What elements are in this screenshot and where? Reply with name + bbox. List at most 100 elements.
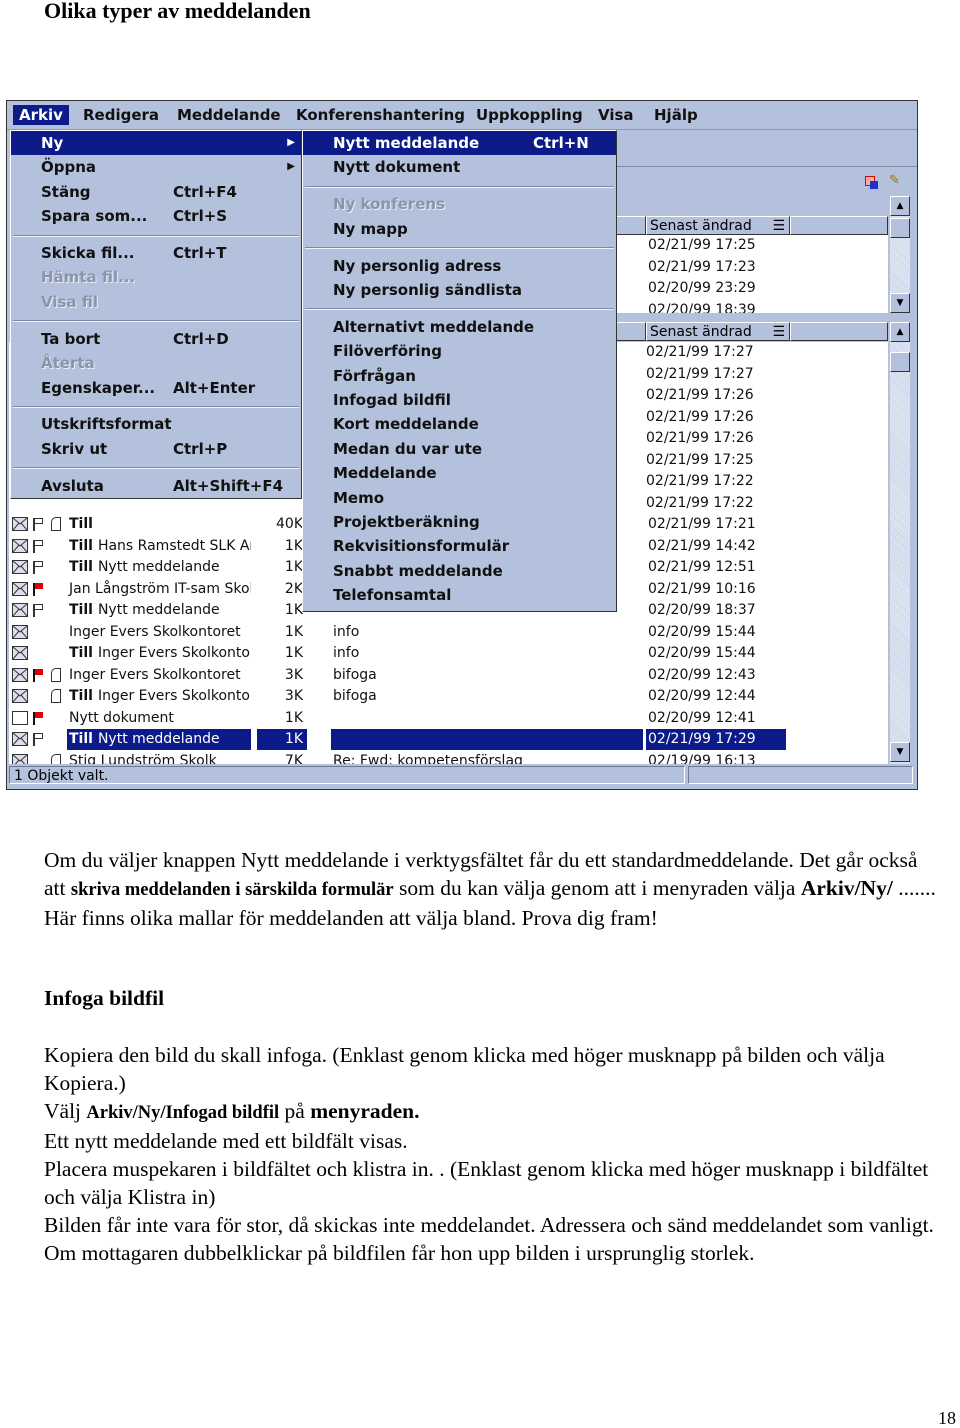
menu-item[interactable]: Visa fil <box>11 290 301 314</box>
flag-icon[interactable] <box>33 561 43 574</box>
menu-item[interactable]: Alternativt meddelande <box>303 315 616 339</box>
message-sender[interactable]: TillInger Evers Skolkontoret <box>67 643 251 664</box>
message-sender[interactable]: Inger Evers Skolkontoret <box>67 665 251 686</box>
menu-item[interactable]: Ta bort Ctrl+D <box>11 327 301 351</box>
menu-item[interactable]: Utskriftsformat <box>11 412 301 436</box>
paragraph-intro: Om du väljer knappen Nytt meddelande i v… <box>44 846 944 932</box>
message-sender[interactable]: Stig Lundström Skolk <box>67 751 251 765</box>
list-row-date[interactable]: 02/20/99 23:29 <box>648 278 756 299</box>
flag-icon[interactable] <box>33 582 43 596</box>
menu-konferenshantering[interactable]: Konferenshantering <box>290 105 471 125</box>
list-row-date[interactable]: 02/21/99 17:26 <box>646 428 754 449</box>
menu-item-label: Egenskaper... <box>41 378 156 397</box>
menu-item-label: Infogad bildfil <box>333 391 451 410</box>
scroll-thumb[interactable] <box>890 352 910 372</box>
list-row-date[interactable]: 02/21/99 17:22 <box>646 493 754 514</box>
list-row-date[interactable]: 02/20/99 18:39 <box>648 300 756 314</box>
menu-hjälp[interactable]: Hjälp <box>648 105 704 125</box>
menu-item[interactable]: Egenskaper... Alt+Enter <box>11 376 301 400</box>
menu-item[interactable]: Nytt meddelande Ctrl+N <box>303 131 616 156</box>
list-row-date[interactable]: 02/21/99 17:25 <box>648 235 756 256</box>
menu-item[interactable]: Meddelande <box>303 461 616 485</box>
upper-list[interactable]: Senast ändrad ☰ 02/21/99 17:25 02/21/99 17… <box>616 216 888 313</box>
flag-icon[interactable] <box>33 668 43 682</box>
menu-item[interactable]: Ny konferens <box>303 192 616 216</box>
message-sender[interactable]: TillHans Ramstedt SLK Arkiv/ <box>67 536 251 557</box>
flag-icon[interactable] <box>33 711 43 725</box>
column-header-date[interactable]: Senast ändrad ☰ <box>646 322 790 341</box>
message-sender[interactable]: Nytt dokument <box>67 708 251 729</box>
message-sender[interactable]: TillInger Evers Skolkontoret <box>67 686 251 707</box>
table-row[interactable]: Inger Evers Skolkontoret 1K info 02/20/99 1… <box>9 622 888 643</box>
column-header-date[interactable]: Senast ändrad ☰ <box>646 216 790 235</box>
message-size: 1K <box>284 602 303 618</box>
menu-item[interactable]: Infogad bildfil <box>303 388 616 412</box>
text-line: Bilden får inte vara för stor, då skicka… <box>44 1213 934 1237</box>
menu-item[interactable]: Snabbt meddelande <box>303 559 616 583</box>
scroll-thumb[interactable] <box>890 218 910 238</box>
message-sender[interactable]: Inger Evers Skolkontoret <box>67 622 251 643</box>
flag-icon[interactable] <box>33 518 43 531</box>
message-sender[interactable]: Jan Långström IT-sam Skolk. <box>67 579 251 600</box>
menu-item[interactable]: Skriv ut Ctrl+P <box>11 437 301 461</box>
menu-arkiv[interactable]: Arkiv <box>13 105 69 125</box>
menu-item[interactable]: Skicka fil... Ctrl+T <box>11 241 301 265</box>
menu-visa[interactable]: Visa <box>592 105 640 125</box>
table-row[interactable]: Nytt dokument 1K 02/20/99 12:41 <box>9 708 888 729</box>
list-row-date[interactable]: 02/21/99 17:23 <box>648 257 756 278</box>
menu-item-label: Rekvisitionsformulär <box>333 537 510 556</box>
menu-meddelande[interactable]: Meddelande <box>171 105 287 125</box>
menu-item[interactable]: Spara som... Ctrl+S <box>11 204 301 228</box>
table-row[interactable]: Inger Evers Skolkontoret 3K bifoga 02/20/99… <box>9 665 888 686</box>
scroll-down-arrow-icon[interactable]: ▼ <box>890 742 910 762</box>
list-row-date[interactable]: 02/21/99 17:26 <box>646 385 754 406</box>
flag-icon[interactable] <box>33 539 43 553</box>
scroll-up-arrow-icon[interactable]: ▲ <box>890 322 910 342</box>
menu-item[interactable]: Återta <box>11 351 301 375</box>
message-sender[interactable]: Till Nytt meddelande <box>67 600 251 621</box>
menu-item[interactable]: Rekvisitionsformulär <box>303 534 616 558</box>
list-row-date[interactable]: 02/21/99 17:22 <box>646 471 754 492</box>
list-row-date[interactable]: 02/21/99 17:26 <box>646 407 754 428</box>
windows-icon[interactable] <box>865 176 878 189</box>
menu-item[interactable]: Memo <box>303 486 616 510</box>
lower-scrollbar[interactable]: ▲ ▼ <box>890 322 910 764</box>
menu-item[interactable]: Stäng Ctrl+F4 <box>11 180 301 204</box>
menu-item[interactable]: Avsluta Alt+Shift+F4 <box>11 474 301 498</box>
scroll-up-arrow-icon[interactable]: ▲ <box>890 196 910 216</box>
table-row[interactable]: TillInger Evers Skolkontoret 3K bifoga 02/2… <box>9 686 888 707</box>
pencil-icon[interactable]: ✎ <box>889 173 900 188</box>
menu-item[interactable]: Kort meddelande <box>303 412 616 436</box>
menu-item[interactable]: Ny personlig sändlista <box>303 278 616 302</box>
menu-item[interactable]: Telefonsamtal <box>303 583 616 607</box>
menu-item[interactable]: Förfrågan <box>303 364 616 388</box>
message-date: 02/19/99 16:13 <box>648 752 756 765</box>
list-row-date[interactable]: 02/21/99 17:27 <box>646 364 754 385</box>
message-sender[interactable]: Till Nytt meddelande <box>67 557 251 578</box>
menu-item[interactable]: Nytt dokument <box>303 155 616 179</box>
message-sender[interactable]: Till Nytt meddelande <box>67 729 251 750</box>
menu-item[interactable]: Projektberäkning <box>303 510 616 534</box>
menu-item[interactable]: Ny personlig adress <box>303 254 616 278</box>
menu-item[interactable]: Öppna ▶ <box>11 155 301 179</box>
upper-scrollbar[interactable]: ▲ ▼ <box>890 196 910 313</box>
menu-item[interactable]: Ny mapp <box>303 217 616 241</box>
list-row-date[interactable]: 02/21/99 17:27 <box>646 342 754 363</box>
menu-item[interactable]: Medan du var ute <box>303 437 616 461</box>
menu-uppkoppling[interactable]: Uppkoppling <box>470 105 589 125</box>
menu-shortcut: Ctrl+D <box>173 329 229 348</box>
list-row-date[interactable]: 02/21/99 17:25 <box>646 450 754 471</box>
table-row[interactable]: Till Nytt meddelande 1K 02/21/99 17:29 <box>9 729 888 750</box>
menu-separator <box>11 314 301 327</box>
menu-separator <box>11 229 301 242</box>
flag-icon[interactable] <box>33 733 43 746</box>
menu-item[interactable]: Filöverföring <box>303 339 616 363</box>
scroll-down-arrow-icon[interactable]: ▼ <box>890 293 910 313</box>
table-row[interactable]: Stig Lundström Skolk 7K Re: Fwd: kompetens… <box>9 751 888 765</box>
message-sender[interactable]: Till <box>67 514 251 535</box>
menu-item[interactable]: Hämta fil... <box>11 265 301 289</box>
menu-item[interactable]: Ny ▶ <box>11 131 301 156</box>
flag-icon[interactable] <box>33 604 43 617</box>
table-row[interactable]: TillInger Evers Skolkontoret 1K info 02/20/… <box>9 643 888 664</box>
menu-redigera[interactable]: Redigera <box>77 105 165 125</box>
